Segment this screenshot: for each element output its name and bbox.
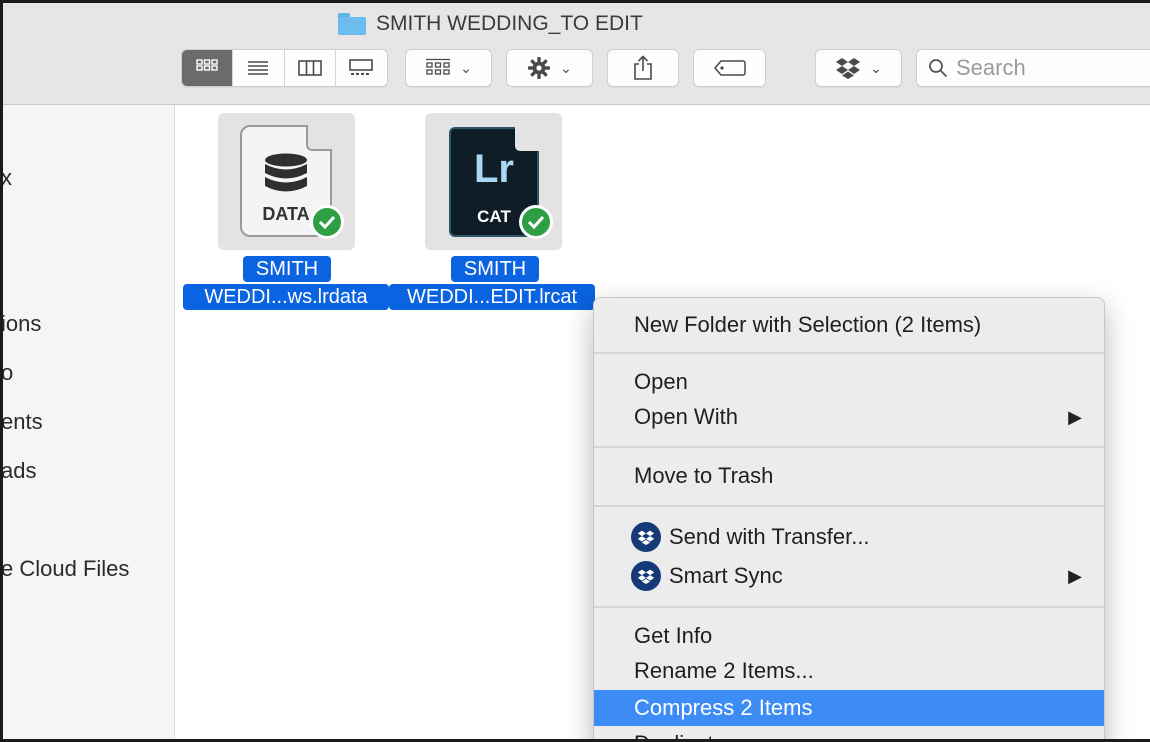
lightroom-glyph: Lr [474, 147, 514, 191]
search-field[interactable]: Search [916, 49, 1150, 87]
toolbar: SMITH WEDDING_TO EDIT ⌄ ⌄ ⌄ Search [3, 3, 1150, 105]
columns-icon [297, 60, 322, 76]
folder-icon [338, 13, 366, 35]
icon-grid-icon [196, 59, 218, 71]
menu-separator [594, 606, 1104, 608]
menu-item-get-info[interactable]: Get Info [594, 618, 1104, 654]
window-title: SMITH WEDDING_TO EDIT [338, 9, 643, 39]
sidebar-item-1[interactable]: ions [3, 311, 41, 337]
file-thumbnail: Lr CAT [425, 113, 562, 250]
file-thumbnail: DATA [218, 113, 355, 250]
list-view-button[interactable] [233, 50, 285, 86]
share-icon [634, 55, 652, 80]
view-mode-segmented-control [181, 49, 388, 87]
menu-item-move-to-trash[interactable]: Move to Trash [594, 458, 1104, 494]
action-menu-button[interactable]: ⌄ [506, 49, 593, 87]
sidebar-item-0[interactable]: x [3, 165, 12, 191]
gallery-view-button[interactable] [336, 50, 387, 86]
gear-icon [528, 57, 551, 79]
tag-icon [713, 60, 746, 76]
menu-item-smart-sync[interactable]: Smart Sync ▶ [594, 558, 1104, 594]
list-icon [248, 61, 269, 75]
menu-separator [594, 505, 1104, 507]
finder-window: SMITH WEDDING_TO EDIT ⌄ ⌄ ⌄ Search x ion… [0, 0, 1150, 742]
menu-separator [594, 446, 1104, 448]
context-menu: New Folder with Selection (2 Items) Open… [593, 297, 1105, 739]
file-name-line: SMITH [243, 256, 331, 282]
menu-item-send-with-transfer[interactable]: Send with Transfer... [594, 519, 1104, 555]
tags-button[interactable] [693, 49, 766, 87]
sync-check-icon [310, 205, 344, 239]
dropbox-menu-button[interactable]: ⌄ [815, 49, 902, 87]
chevron-down-icon: ⌄ [560, 59, 572, 76]
submenu-arrow-icon: ▶ [1068, 406, 1082, 427]
group-by-button[interactable]: ⌄ [405, 49, 492, 87]
dropbox-icon [631, 522, 661, 552]
database-icon [265, 153, 307, 192]
menu-item-rename[interactable]: Rename 2 Items... [594, 653, 1104, 689]
menu-item-new-folder-with-selection[interactable]: New Folder with Selection (2 Items) [594, 307, 1104, 343]
file-name-line: WEDDI...ws.lrdata [183, 284, 389, 310]
file-name-line: SMITH [451, 256, 539, 282]
sync-check-icon [519, 205, 553, 239]
file-name-line: WEDDI...EDIT.lrcat [389, 284, 595, 310]
gallery-icon [349, 59, 374, 75]
chevron-down-icon: ⌄ [460, 59, 472, 76]
search-icon [929, 59, 948, 78]
menu-item-duplicate[interactable]: Duplicate [594, 726, 1104, 739]
sidebar-item-2[interactable]: o [3, 360, 13, 386]
search-placeholder: Search [956, 55, 1026, 80]
window-title-text: SMITH WEDDING_TO EDIT [376, 12, 643, 35]
dropbox-icon [631, 561, 661, 591]
group-grid-icon [426, 58, 451, 75]
submenu-arrow-icon: ▶ [1068, 565, 1082, 586]
dropbox-icon [836, 58, 861, 79]
menu-item-compress[interactable]: Compress 2 Items [594, 690, 1104, 726]
sidebar-item-3[interactable]: ents [3, 409, 43, 435]
icon-view-button[interactable] [182, 50, 234, 86]
chevron-down-icon: ⌄ [870, 59, 882, 76]
sidebar: x ions o ents ads e Cloud Files [3, 105, 175, 739]
share-button[interactable] [607, 49, 679, 87]
column-view-button[interactable] [285, 50, 336, 86]
menu-item-open-with[interactable]: Open With ▶ [594, 399, 1104, 435]
menu-separator [594, 352, 1104, 354]
sidebar-item-5[interactable]: e Cloud Files [3, 556, 129, 582]
sidebar-item-4[interactable]: ads [3, 458, 36, 484]
menu-item-open[interactable]: Open [594, 364, 1104, 400]
